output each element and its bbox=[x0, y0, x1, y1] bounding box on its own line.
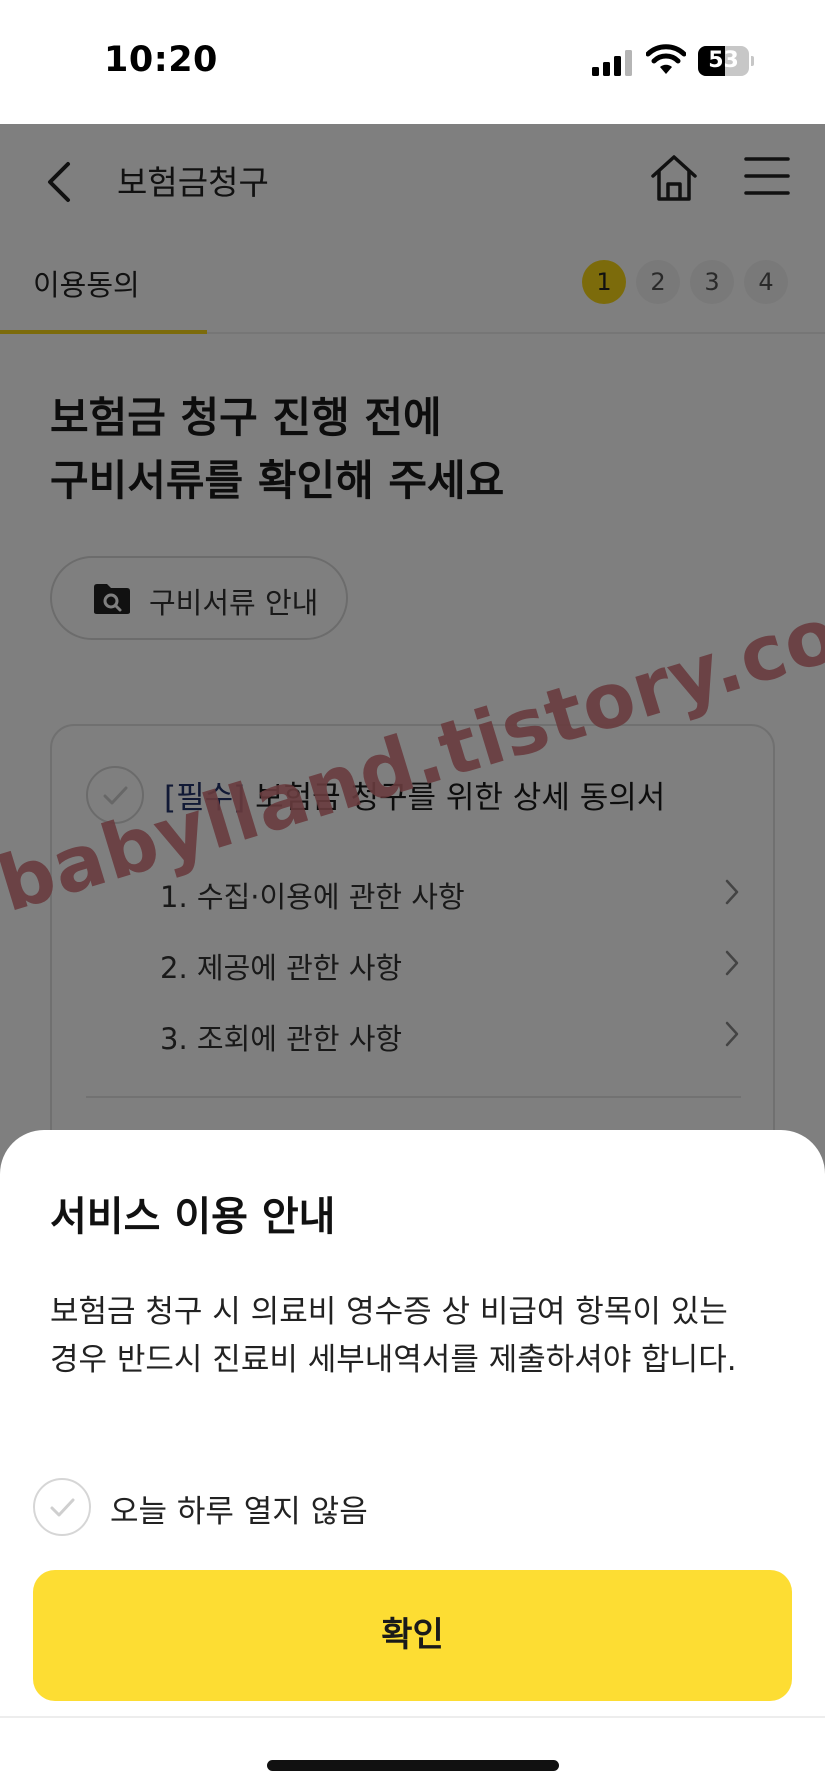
signal-icon bbox=[592, 50, 632, 76]
sheet-title: 서비스 이용 안내 bbox=[50, 1194, 336, 1240]
confirm-button[interactable]: 확인 bbox=[33, 1570, 792, 1701]
check-icon bbox=[50, 1498, 75, 1517]
dismiss-today-label[interactable]: 오늘 하루 열지 않음 bbox=[110, 1486, 368, 1531]
sheet-body: 보험금 청구 시 의료비 영수증 상 비급여 항목이 있는 경우 반드시 진료비… bbox=[50, 1294, 737, 1379]
status-bar: 10:20 53 bbox=[0, 0, 825, 124]
dismiss-today-checkbox[interactable] bbox=[33, 1478, 91, 1536]
sheet-divider bbox=[0, 1716, 825, 1718]
battery-percent: 53 bbox=[708, 48, 739, 73]
status-time: 10:20 bbox=[104, 40, 218, 80]
service-notice-sheet: 서비스 이용 안내 보험금 청구 시 의료비 영수증 상 비급여 항목이 있는 … bbox=[0, 1130, 825, 1789]
wifi-icon bbox=[646, 44, 686, 74]
home-indicator[interactable] bbox=[267, 1760, 559, 1771]
battery-icon: 53 bbox=[698, 46, 754, 76]
